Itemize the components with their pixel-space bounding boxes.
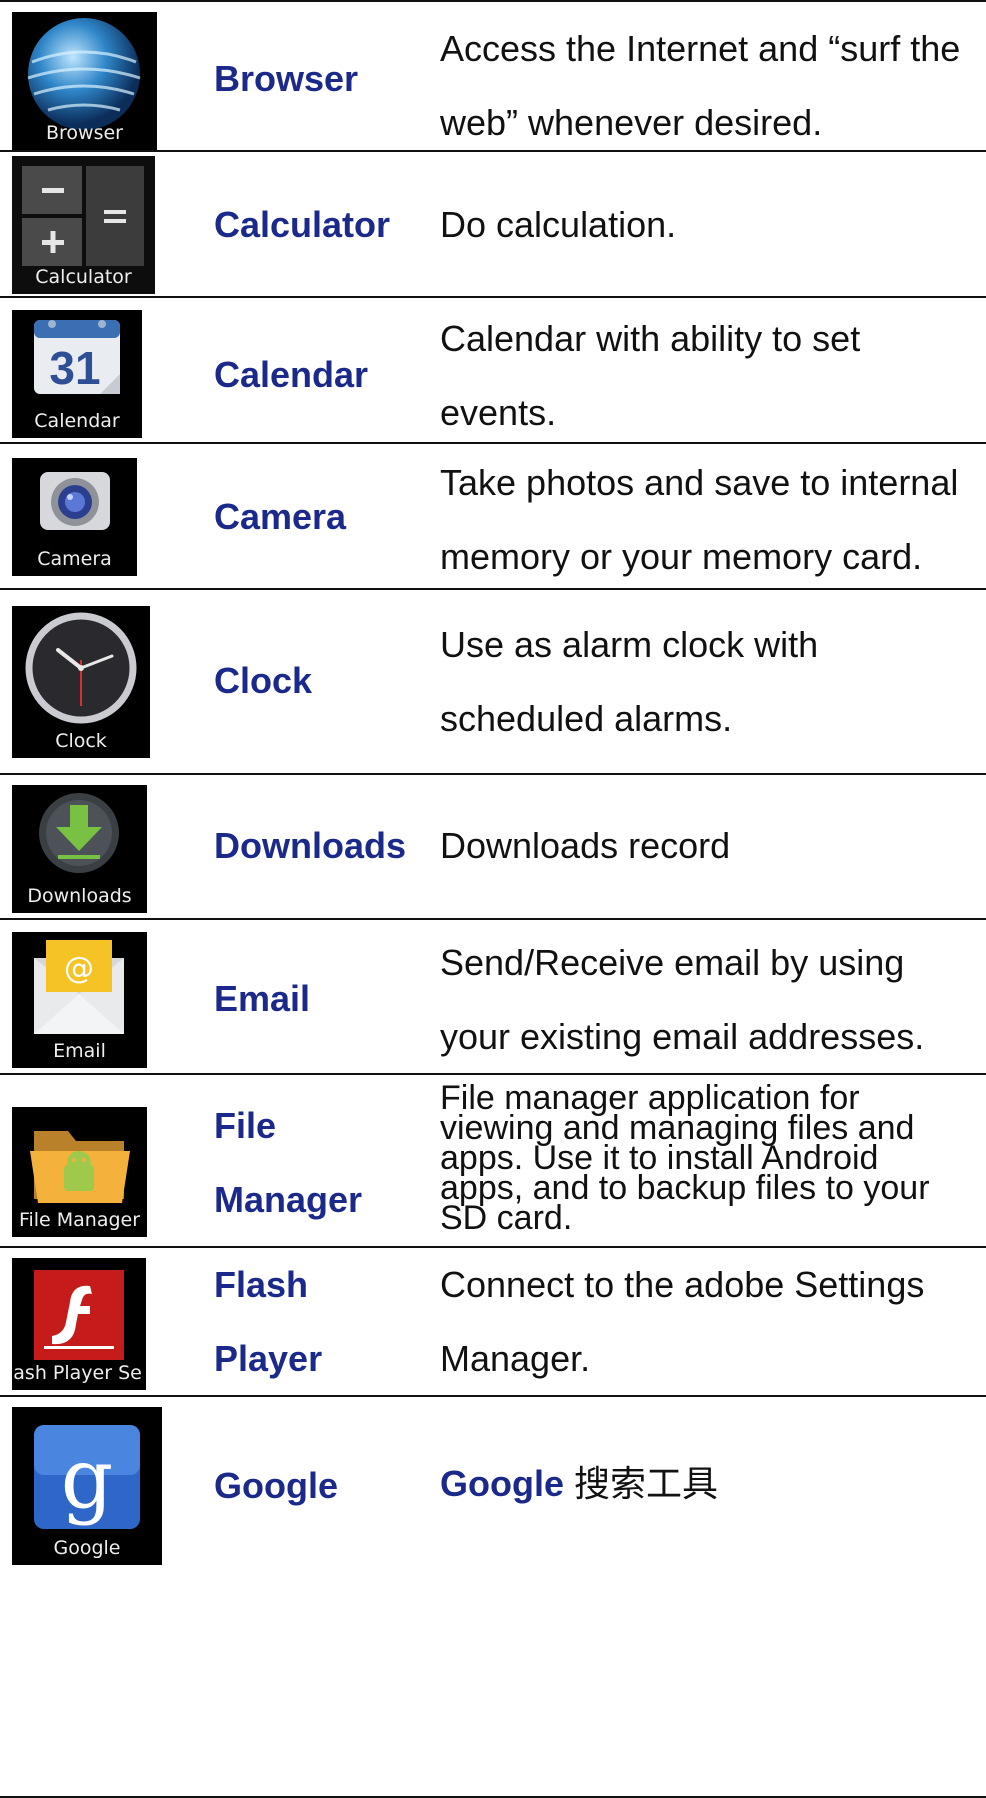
app-name-line: Camera: [214, 496, 347, 537]
app-name-email: Email: [214, 962, 310, 1036]
desc-line: Use as alarm clock with: [440, 624, 819, 665]
calculator-icon-label: Calculator: [35, 266, 132, 288]
desc-line: scheduled alarms.: [440, 698, 733, 739]
app-name-google: Google: [214, 1449, 338, 1523]
desc-line: Access the Internet and “surf the: [440, 28, 961, 69]
desc-line: SD card.: [440, 1199, 573, 1237]
desc-line: web” whenever desired.: [440, 102, 823, 143]
table-row-google: g Google Google Google 搜索工具: [0, 1395, 986, 1798]
downloads-icon-label: Downloads: [27, 885, 132, 907]
app-desc-calendar: Calendar with ability to set events.: [440, 302, 980, 450]
app-desc-clock: Use as alarm clock with scheduled alarms…: [440, 608, 980, 756]
table-row-flash-player: lash Player Se Flash Player Connect to t…: [0, 1246, 986, 1395]
app-name-clock: Clock: [214, 644, 312, 718]
app-name-line: Flash: [214, 1264, 309, 1305]
table-row-calculator: Calculator Calculator Do calculation.: [0, 150, 986, 296]
app-name-line: Email: [214, 978, 311, 1019]
app-desc-browser: Access the Internet and “surf the web” w…: [440, 12, 980, 160]
google-icon-label: Google: [53, 1537, 121, 1559]
flash-player-icon-label: lash Player Se: [12, 1362, 142, 1384]
desc-line: Send/Receive email by using: [440, 942, 905, 983]
file-manager-app-icon: File Manager: [12, 1107, 147, 1237]
email-icon-label: Email: [53, 1040, 106, 1062]
file-manager-icon-label: File Manager: [18, 1209, 141, 1231]
app-name-line: Calculator: [214, 204, 391, 245]
desc-line: Take photos and save to internal: [440, 462, 959, 503]
app-name-line: File: [214, 1105, 277, 1146]
app-name-line: Player: [214, 1338, 323, 1379]
desc-line: Downloads record: [440, 825, 731, 866]
flash-player-app-icon: lash Player Se: [12, 1258, 146, 1390]
app-desc-downloads: Downloads record: [440, 809, 980, 883]
camera-app-icon: Camera: [12, 458, 137, 576]
app-name-line: Calendar: [214, 354, 369, 395]
calculator-app-icon: Calculator: [12, 156, 155, 294]
desc-tool-text: 搜索工具: [574, 1464, 719, 1505]
table-row-file-manager: File Manager File Manager File manager a…: [0, 1073, 986, 1246]
desc-line: your existing email addresses.: [440, 1016, 925, 1057]
app-name-calendar: Calendar: [214, 338, 368, 412]
app-name-flash-player: Flash Player: [214, 1248, 322, 1396]
google-g-letter: g: [61, 1432, 114, 1527]
table-row-clock: Clock Clock Use as alarm clock with sche…: [0, 588, 986, 773]
calendar-app-icon: 31 Calendar: [12, 310, 142, 438]
clock-icon-label: Clock: [55, 730, 107, 752]
desc-line: memory or your memory card.: [440, 536, 923, 577]
desc-line: Do calculation.: [440, 204, 677, 245]
desc-line: Calendar with ability to set: [440, 318, 861, 359]
app-name-file-manager: File Manager: [214, 1089, 362, 1237]
app-name-calculator: Calculator: [214, 188, 390, 262]
app-desc-calculator: Do calculation.: [440, 188, 980, 262]
app-name-line: Downloads: [214, 825, 407, 866]
app-name-line: Manager: [214, 1179, 363, 1220]
browser-icon-label: Browser: [46, 122, 123, 144]
downloads-app-icon: Downloads: [12, 785, 147, 913]
app-name-downloads: Downloads: [214, 809, 406, 883]
app-desc-camera: Take photos and save to internal memory …: [440, 446, 980, 594]
app-name-line: Browser: [214, 58, 359, 99]
email-app-icon: @ Email: [12, 932, 147, 1068]
app-name-browser: Browser: [214, 42, 358, 116]
app-name-camera: Camera: [214, 480, 346, 554]
table-row-browser: Browser Browser Access the Internet and …: [0, 0, 986, 150]
svg-text:@: @: [64, 951, 94, 986]
desc-line: Connect to the adobe Settings: [440, 1264, 925, 1305]
app-desc-google: Google 搜索工具: [440, 1447, 980, 1522]
clock-app-icon: Clock: [12, 606, 150, 758]
app-name-line: Clock: [214, 660, 313, 701]
calendar-icon-label: Calendar: [34, 410, 120, 432]
google-app-icon: g Google: [12, 1407, 162, 1565]
camera-icon-label: Camera: [37, 548, 112, 570]
table-row-downloads: Downloads Downloads Downloads record: [0, 773, 986, 918]
browser-app-icon: Browser: [12, 12, 157, 150]
app-desc-file-manager: File manager application for viewing and…: [440, 1081, 980, 1237]
desc-line: Manager.: [440, 1338, 591, 1379]
app-name-line: Google: [214, 1465, 338, 1506]
desc-brand: Google: [440, 1463, 564, 1504]
table-row-camera: Camera Camera Take photos and save to in…: [0, 442, 986, 588]
table-row-email: @ Email Email Send/Receive email by usin…: [0, 918, 986, 1073]
table-row-calendar: 31 Calendar Calendar Calendar with abili…: [0, 296, 986, 442]
desc-line: events.: [440, 392, 557, 433]
app-desc-flash-player: Connect to the adobe Settings Manager.: [440, 1248, 980, 1396]
app-desc-email: Send/Receive email by using your existin…: [440, 926, 980, 1074]
calendar-day-number: 31: [49, 342, 100, 394]
